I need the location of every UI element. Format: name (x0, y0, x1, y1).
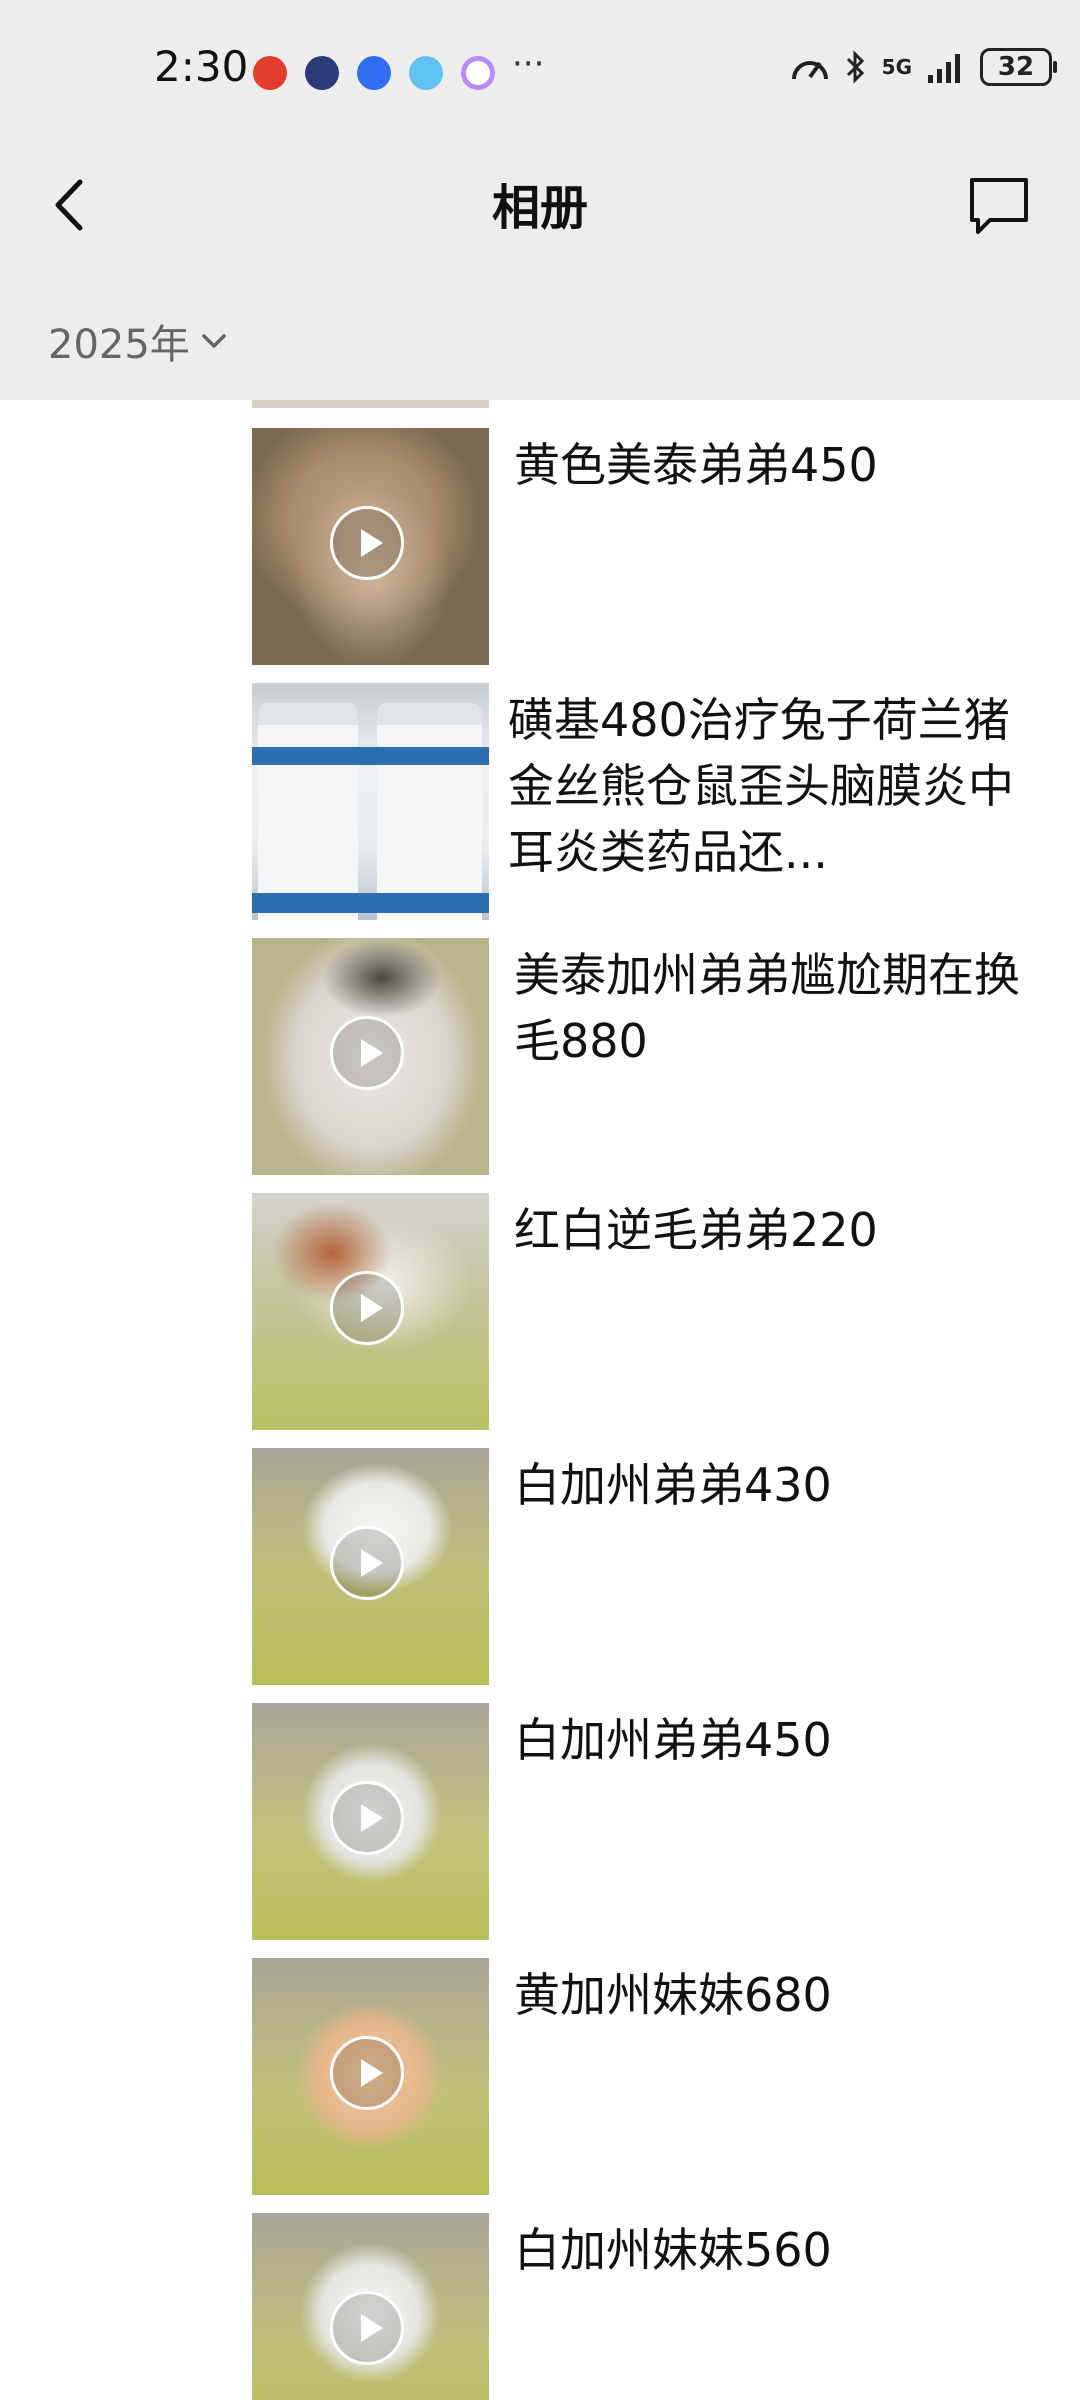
medicine-bottle-image (258, 703, 358, 920)
post-caption: 磺基480治疗兔子荷兰猪金丝熊仓鼠歪头脑膜炎中耳炎类药品还... (508, 693, 1014, 879)
nav-bar: 相册 (0, 140, 1080, 270)
post-item[interactable]: 磺基480治疗兔子荷兰猪金丝熊仓鼠歪头脑膜炎中耳炎类药品还... (252, 683, 1080, 921)
post-caption: 黄加州妹妹680 (514, 1968, 832, 2022)
app-notification-icon (461, 56, 495, 90)
network-type: 5G (881, 55, 912, 79)
medicine-bottle-image (377, 703, 482, 920)
post-item[interactable]: 红白逆毛弟弟220 (252, 1193, 1080, 1431)
app-notification-icon (253, 56, 287, 90)
video-thumbnail[interactable] (252, 1448, 489, 1685)
battery-indicator: 32 (980, 48, 1057, 86)
post-item[interactable]: 黄加州妹妹680 (252, 1958, 1080, 2196)
video-thumbnail[interactable] (252, 2213, 489, 2400)
video-thumbnail[interactable] (252, 1703, 489, 1940)
post-caption: 美泰加州弟弟尴尬期在换毛880 (514, 948, 1020, 1068)
status-right: 5G 32 (790, 48, 1057, 86)
year-label: 2025年 (48, 322, 190, 368)
chat-bubble-icon[interactable] (964, 170, 1034, 240)
battery-level: 32 (997, 52, 1035, 82)
post-caption: 白加州妹妹560 (514, 2223, 832, 2277)
signal-icon (928, 54, 960, 83)
post-caption: 白加州弟弟430 (514, 1458, 832, 1512)
post-item[interactable]: 白加州妹妹560 (252, 2213, 1080, 2400)
previous-thumbnail-edge (252, 400, 489, 408)
year-selector[interactable]: 2025年 (48, 312, 228, 370)
more-notifications-icon: ··· (512, 44, 545, 84)
play-icon (330, 1271, 404, 1345)
play-icon (330, 506, 404, 580)
bluetooth-icon (846, 50, 864, 84)
video-thumbnail[interactable] (252, 1958, 489, 2195)
bottle-label-band (252, 747, 489, 765)
post-item[interactable]: 白加州弟弟430 (252, 1448, 1080, 1686)
status-bar: 2:30 ··· 5G 32 (0, 0, 1080, 140)
video-thumbnail[interactable] (252, 938, 489, 1175)
image-thumbnail[interactable] (252, 683, 489, 920)
post-item[interactable]: 白加州弟弟450 (252, 1703, 1080, 1941)
bottle-label-band (252, 893, 489, 913)
post-caption: 白加州弟弟450 (514, 1713, 832, 1767)
page-title: 相册 (491, 180, 588, 236)
app-notification-icon (357, 56, 391, 90)
play-icon (330, 1526, 404, 1600)
post-caption: 黄色美泰弟弟450 (514, 438, 878, 492)
post-item[interactable]: 黄色美泰弟弟450 (252, 428, 1080, 666)
play-icon (330, 1781, 404, 1855)
post-caption: 红白逆毛弟弟220 (514, 1203, 878, 1257)
post-item[interactable]: 美泰加州弟弟尴尬期在换毛880 (252, 938, 1080, 1176)
play-icon (330, 2036, 404, 2110)
video-thumbnail[interactable] (252, 1193, 489, 1430)
video-thumbnail[interactable] (252, 428, 489, 665)
post-list: 黄色美泰弟弟450 磺基480治疗兔子荷兰猪金丝熊仓鼠歪头脑膜炎中耳炎类药品还.… (0, 400, 1080, 2400)
app-notification-icon (305, 56, 339, 90)
year-filter-bar: 2025年 (0, 270, 1080, 400)
app-notification-icon (409, 56, 443, 90)
status-time: 2:30 (154, 42, 249, 91)
speed-icon (791, 61, 828, 80)
play-icon (330, 1016, 404, 1090)
chevron-down-icon (202, 334, 226, 348)
play-icon (330, 2291, 404, 2365)
